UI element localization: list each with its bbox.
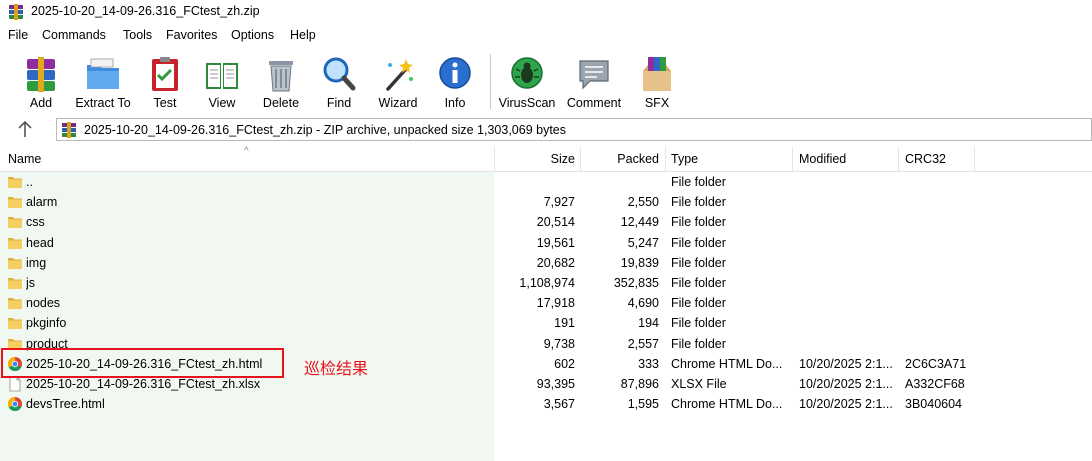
extract-folder-icon [87,58,119,89]
menu-options[interactable]: Options [231,28,274,42]
bug-scan-icon [511,57,543,89]
annotation-label: 巡检结果 [304,359,369,378]
address-row: 2025-10-20_14-09-26.316_FCtest_zh.zip - … [0,117,1092,143]
address-bar[interactable]: 2025-10-20_14-09-26.316_FCtest_zh.zip - … [56,118,1092,141]
comment-icon [579,60,609,90]
magnifier-icon [323,57,356,91]
highlight-box [1,348,284,378]
info-button[interactable]: Info [424,52,486,114]
trash-icon [269,61,293,92]
winrar-icon [9,4,23,20]
file-row[interactable]: alarm 7,927 2,550 File folder [0,192,1092,212]
col-modified[interactable]: Modified [799,152,846,166]
sfx-button[interactable]: SFX [626,52,688,114]
file-row[interactable]: nodes 17,918 4,690 File folder [0,293,1092,313]
menu-commands[interactable]: Commands [42,28,106,42]
col-size[interactable]: Size [500,152,575,166]
file-row[interactable]: css 20,514 12,449 File folder [0,212,1092,232]
col-crc32[interactable]: CRC32 [905,152,946,166]
test-clipboard-icon [152,57,178,91]
up-arrow-icon[interactable] [14,119,36,139]
window-title: 2025-10-20_14-09-26.316_FCtest_zh.zip [31,4,260,18]
folder-icon [8,318,22,330]
folder-icon [8,237,22,249]
menu-help[interactable]: Help [290,28,316,42]
file-icon [9,376,21,392]
info-icon [439,57,471,89]
folder-icon [8,177,22,188]
file-row[interactable]: pkginfo 191 194 File folder [0,313,1092,333]
folder-icon [8,257,22,269]
add-books-icon [27,57,55,92]
sfx-box-icon [643,57,671,91]
col-type[interactable]: Type [671,152,698,166]
zip-archive-icon [62,122,76,138]
file-row[interactable]: devsTree.html 3,567 1,595 Chrome HTML Do… [0,394,1092,414]
file-row[interactable]: .. File folder [0,172,1092,192]
file-row[interactable]: head 19,561 5,247 File folder [0,233,1092,253]
folder-icon [8,298,22,310]
file-list-header: ^ Name Size Packed Type Modified CRC32 [0,146,1092,172]
folder-icon [8,217,22,229]
address-text: 2025-10-20_14-09-26.316_FCtest_zh.zip - … [84,123,567,137]
toolbar: Add Extract To Test View Delete Find Wiz… [0,47,1092,117]
title-bar: 2025-10-20_14-09-26.316_FCtest_zh.zip [0,0,1092,24]
chrome-html-icon [8,397,22,412]
file-row[interactable]: js 1,108,974 352,835 File folder [0,273,1092,293]
magic-wand-icon [386,59,413,91]
menu-bar: File Commands Tools Favorites Options He… [0,25,1092,47]
menu-tools[interactable]: Tools [123,28,152,42]
col-packed[interactable]: Packed [582,152,659,166]
sort-ascending-icon: ^ [244,146,249,157]
folder-icon [8,277,22,289]
view-book-icon [206,63,238,89]
col-name[interactable]: Name [8,152,41,166]
virusscan-button[interactable]: VirusScan [496,52,558,114]
folder-icon [8,197,22,209]
menu-favorites[interactable]: Favorites [166,28,217,42]
menu-file[interactable]: File [8,28,28,42]
file-row[interactable]: img 20,682 19,839 File folder [0,253,1092,273]
